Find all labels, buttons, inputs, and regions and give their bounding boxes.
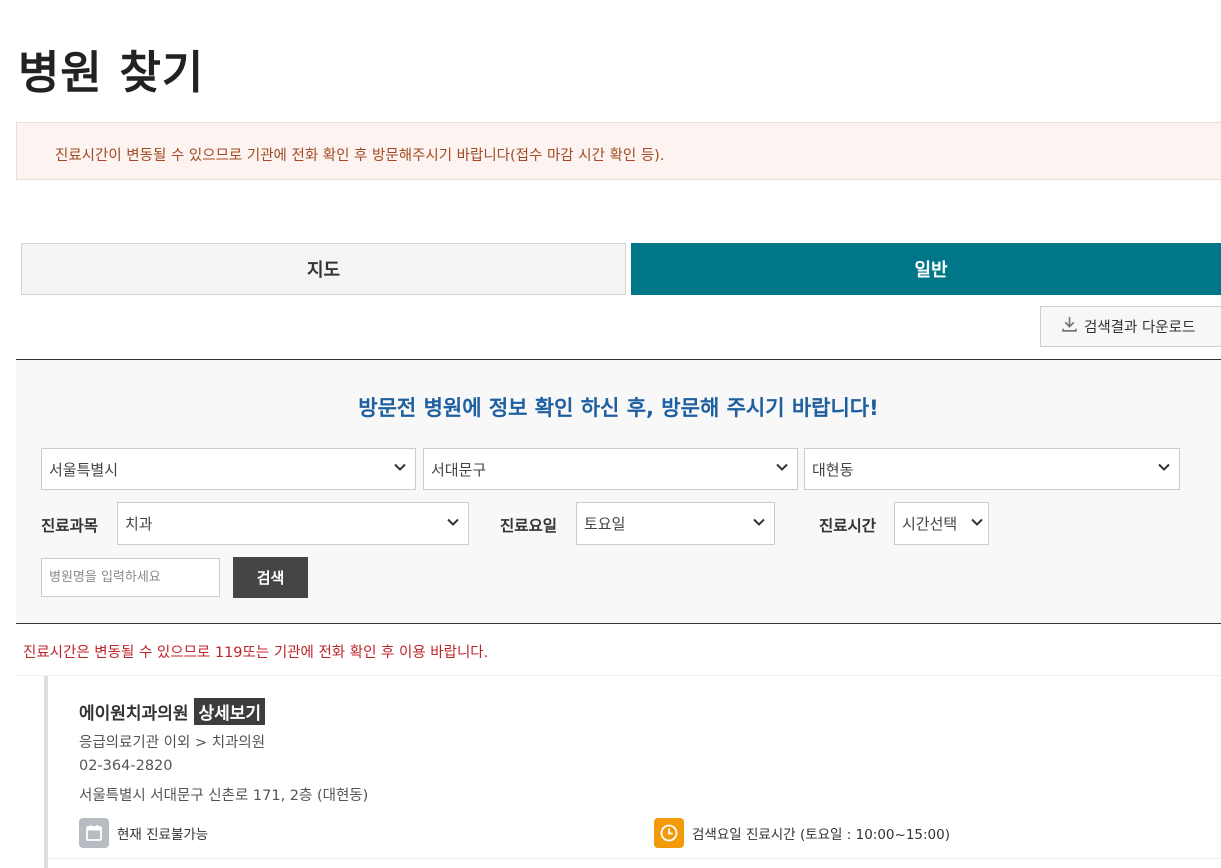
city-select-value: 서울특별시 xyxy=(49,460,119,479)
time-label: 진료시간 xyxy=(819,517,877,535)
department-select-value: 치과 xyxy=(125,515,153,533)
detail-button[interactable]: 상세보기 xyxy=(194,698,266,725)
search-hours-text: 검색요일 진료시간 (토요일 : 10:00~15:00) xyxy=(692,827,950,843)
time-select-value: 시간선택 xyxy=(902,515,958,533)
dong-select-value: 대현동 xyxy=(812,460,854,479)
chevron-down-icon xyxy=(446,515,460,533)
day-select[interactable]: 토요일 xyxy=(576,502,775,545)
day-label: 진료요일 xyxy=(500,517,558,535)
chevron-down-icon xyxy=(970,515,984,533)
current-status: 현재 진료불가능 xyxy=(79,818,208,848)
tab-general[interactable]: 일반 xyxy=(631,243,1221,295)
page-title: 병원 찾기 xyxy=(18,46,205,99)
download-icon xyxy=(1061,316,1078,337)
search-button[interactable]: 검색 xyxy=(233,557,308,598)
notice-text: 진료시간이 변동될 수 있으므로 기관에 전화 확인 후 방문해주시기 바랍니다… xyxy=(55,148,665,164)
hospital-name: 에이원치과의원 xyxy=(79,704,189,724)
hospital-phone: 02-364-2820 xyxy=(79,758,173,774)
warning-text: 진료시간은 변동될 수 있으므로 119또는 기관에 전화 확인 후 이용 바랍… xyxy=(23,645,489,661)
dong-select[interactable]: 대현동 xyxy=(804,448,1180,490)
hospital-name-row: 에이원치과의원 상세보기 xyxy=(79,698,266,725)
hospital-name-input[interactable] xyxy=(41,558,220,597)
city-select[interactable]: 서울특별시 xyxy=(41,448,416,490)
search-panel: 방문전 병원에 정보 확인 하신 후, 방문해 주시기 바랍니다! 서울특별시 … xyxy=(16,359,1221,624)
current-status-text: 현재 진료불가능 xyxy=(117,827,209,843)
time-select[interactable]: 시간선택 xyxy=(894,502,989,545)
clock-icon xyxy=(654,818,684,848)
search-heading: 방문전 병원에 정보 확인 하신 후, 방문해 주시기 바랍니다! xyxy=(358,396,879,420)
hospital-category: 응급의료기관 이외 > 치과의원 xyxy=(79,735,266,751)
list-rule xyxy=(44,858,48,868)
chevron-down-icon xyxy=(752,515,766,533)
download-results-button[interactable]: 검색결과 다운로드 xyxy=(1040,306,1221,347)
notice-box: 진료시간이 변동될 수 있으므로 기관에 전화 확인 후 방문해주시기 바랍니다… xyxy=(16,122,1221,180)
download-label: 검색결과 다운로드 xyxy=(1084,320,1196,336)
search-hours: 검색요일 진료시간 (토요일 : 10:00~15:00) xyxy=(654,818,950,848)
department-select[interactable]: 치과 xyxy=(117,502,469,545)
chevron-down-icon xyxy=(1157,460,1171,478)
list-item: 에이원치과의원 상세보기 응급의료기관 이외 > 치과의원 02-364-282… xyxy=(44,676,1221,859)
district-select[interactable]: 서대문구 xyxy=(423,448,798,490)
hospital-address: 서울특별시 서대문구 신촌로 171, 2층 (대현동) xyxy=(79,788,369,804)
day-select-value: 토요일 xyxy=(584,515,626,533)
chevron-down-icon xyxy=(393,460,407,478)
tab-map[interactable]: 지도 xyxy=(21,243,626,295)
department-label: 진료과목 xyxy=(41,517,99,535)
district-select-value: 서대문구 xyxy=(431,460,487,479)
chevron-down-icon xyxy=(775,460,789,478)
calendar-icon xyxy=(79,818,109,848)
